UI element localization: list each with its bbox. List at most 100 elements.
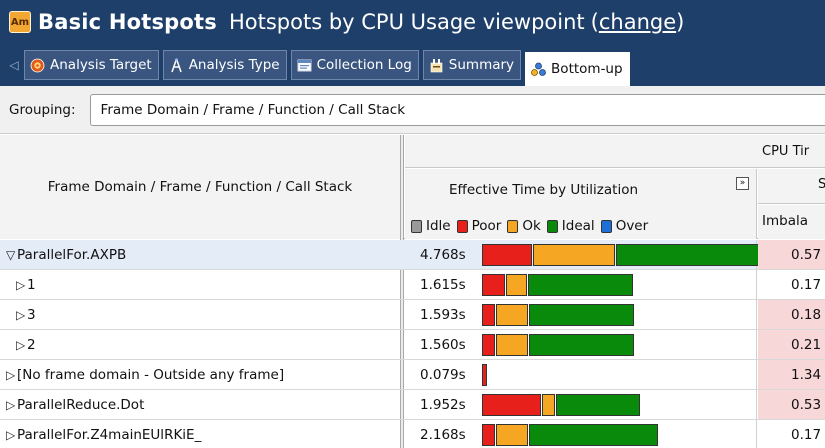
tab-bar: ◁ Analysis Target Analysis Type Collecti…	[0, 44, 825, 86]
imbalance-cell: 0.57	[758, 240, 825, 269]
row-name-cell: ▷ 3	[0, 300, 400, 330]
imbalance-value: 0.18	[791, 306, 822, 323]
row-time: 2.168s	[420, 427, 466, 443]
utilization-bar	[482, 424, 659, 446]
row-name: [No frame domain - Outside any frame]	[17, 367, 285, 383]
change-close-paren: )	[676, 10, 685, 34]
grouping-select[interactable]: Frame Domain / Frame / Function / Call S…	[89, 93, 825, 126]
utilization-ok-segment	[542, 394, 555, 416]
collapse-triangle-icon[interactable]: ▽	[6, 248, 17, 262]
legend-item-over[interactable]: Over	[600, 218, 648, 234]
utilization-ideal-segment	[529, 334, 634, 356]
tab-summary[interactable]: Summary	[422, 50, 522, 80]
row-time: 1.593s	[420, 307, 466, 323]
legend-label: Poor	[471, 218, 502, 234]
scroll-tabs-left-icon[interactable]: ◁	[4, 58, 24, 72]
compass-icon	[169, 58, 184, 73]
tab-collection-log[interactable]: Collection Log	[290, 50, 419, 80]
table-row[interactable]: ▷ 1 1.615s 0.17	[0, 270, 825, 300]
tab-bottom-up[interactable]: Bottom-up	[525, 52, 630, 86]
title-bar: Am Basic Hotspots Hotspots by CPU Usage …	[0, 0, 825, 44]
table-row[interactable]: ▽ ParallelFor.AXPB 4.768s 0.57	[0, 240, 825, 270]
table-row[interactable]: ▷ ParallelReduce.Dot 1.952s 0.53	[0, 390, 825, 420]
utilization-ideal-segment	[529, 424, 658, 446]
target-icon	[30, 58, 45, 73]
table-row[interactable]: ▷ ParallelFor.Z4mainEUlRKiE_ 2.168s 0.17	[0, 420, 825, 448]
legend-item-ideal[interactable]: Ideal	[546, 218, 595, 234]
expand-triangle-icon[interactable]: ▷	[6, 428, 17, 442]
imbalance-value: 0.17	[791, 426, 822, 443]
row-name: ParallelFor.Z4mainEUlRKiE_	[17, 427, 202, 443]
row-name: ParallelReduce.Dot	[17, 397, 145, 413]
legend-swatch	[600, 219, 612, 233]
row-name: 2	[27, 337, 36, 353]
column-header-label: Imbala	[762, 213, 808, 229]
column-header-s[interactable]: S	[758, 169, 825, 204]
table-row[interactable]: ▷ 3 1.593s 0.18	[0, 300, 825, 330]
expand-triangle-icon[interactable]: ▷	[16, 338, 27, 352]
utilization-ok-segment	[533, 244, 615, 266]
legend-item-ok[interactable]: Ok	[507, 218, 541, 234]
legend-item-poor[interactable]: Poor	[456, 218, 502, 234]
column-header-call-stack[interactable]: Frame Domain / Frame / Function / Call S…	[0, 135, 400, 239]
table-row[interactable]: ▷ [No frame domain - Outside any frame] …	[0, 360, 825, 390]
utilization-bar	[482, 274, 634, 296]
row-time: 0.079s	[420, 367, 466, 383]
tab-analysis-target[interactable]: Analysis Target	[24, 50, 159, 80]
log-icon	[297, 58, 312, 73]
column-header-label: CPU Tir	[762, 144, 810, 159]
column-header-cpu-time[interactable]: CPU Tir	[405, 135, 825, 168]
imbalance-cell: 0.53	[758, 390, 825, 419]
expand-triangle-icon[interactable]: ▷	[16, 308, 27, 322]
tab-label: Bottom-up	[551, 61, 623, 77]
imbalance-cell: 0.18	[758, 300, 825, 329]
expand-triangle-icon[interactable]: ▷	[6, 398, 17, 412]
change-open-paren: (	[590, 10, 599, 34]
grouping-label: Grouping:	[9, 101, 76, 118]
utilization-bar	[482, 364, 488, 386]
expand-column-icon[interactable]: »	[736, 177, 749, 190]
imbalance-value: 0.53	[791, 396, 822, 413]
row-time: 1.615s	[420, 277, 466, 293]
tab-label: Collection Log	[316, 57, 412, 73]
utilization-poor-segment	[482, 304, 495, 326]
utilization-bar	[482, 244, 798, 266]
expand-triangle-icon[interactable]: ▷	[16, 278, 27, 292]
row-name-cell: ▽ ParallelFor.AXPB	[0, 240, 400, 270]
utilization-ideal-segment	[556, 394, 640, 416]
legend-swatch	[456, 219, 468, 233]
legend-item-idle[interactable]: Idle	[411, 218, 451, 234]
column-header-effective-time[interactable]: Effective Time by Utilization » Idle Poo…	[405, 169, 757, 239]
row-time: 1.952s	[420, 397, 466, 413]
legend-swatch	[411, 219, 422, 233]
imbalance-value: 0.21	[791, 336, 822, 353]
row-time: 4.768s	[420, 247, 466, 263]
row-name-cell: ▷ 1	[0, 270, 400, 300]
tab-label: Analysis Target	[50, 57, 152, 73]
column-header-imbalance[interactable]: Imbala	[758, 205, 825, 239]
row-name-cell: ▷ [No frame domain - Outside any frame]	[0, 360, 400, 390]
tab-analysis-type[interactable]: Analysis Type	[162, 50, 287, 80]
legend-swatch	[507, 219, 519, 233]
utilization-bar	[482, 304, 635, 326]
imbalance-cell: 0.21	[758, 330, 825, 359]
utilization-legend: Idle Poor Ok Ideal Over	[411, 218, 654, 234]
change-viewpoint-link[interactable]: change	[599, 10, 676, 34]
grid-header: Frame Domain / Frame / Function / Call S…	[0, 135, 825, 239]
bottom-up-icon	[531, 62, 546, 77]
utilization-poor-segment	[482, 394, 541, 416]
utilization-bar	[482, 334, 635, 356]
summary-icon	[429, 58, 444, 73]
row-name: 3	[27, 307, 36, 323]
table-row[interactable]: ▷ 2 1.560s 0.21	[0, 330, 825, 360]
row-name: ParallelFor.AXPB	[17, 247, 127, 263]
expand-triangle-icon[interactable]: ▷	[6, 368, 17, 382]
legend-label: Ideal	[561, 218, 595, 234]
utilization-poor-segment	[482, 424, 495, 446]
legend-label: Ok	[522, 218, 541, 234]
grouping-value: Frame Domain / Frame / Function / Call S…	[100, 101, 406, 118]
utilization-ideal-segment	[528, 274, 633, 296]
row-name-cell: ▷ ParallelReduce.Dot	[0, 390, 400, 420]
utilization-bar	[482, 394, 641, 416]
analysis-title: Basic Hotspots	[38, 10, 217, 34]
